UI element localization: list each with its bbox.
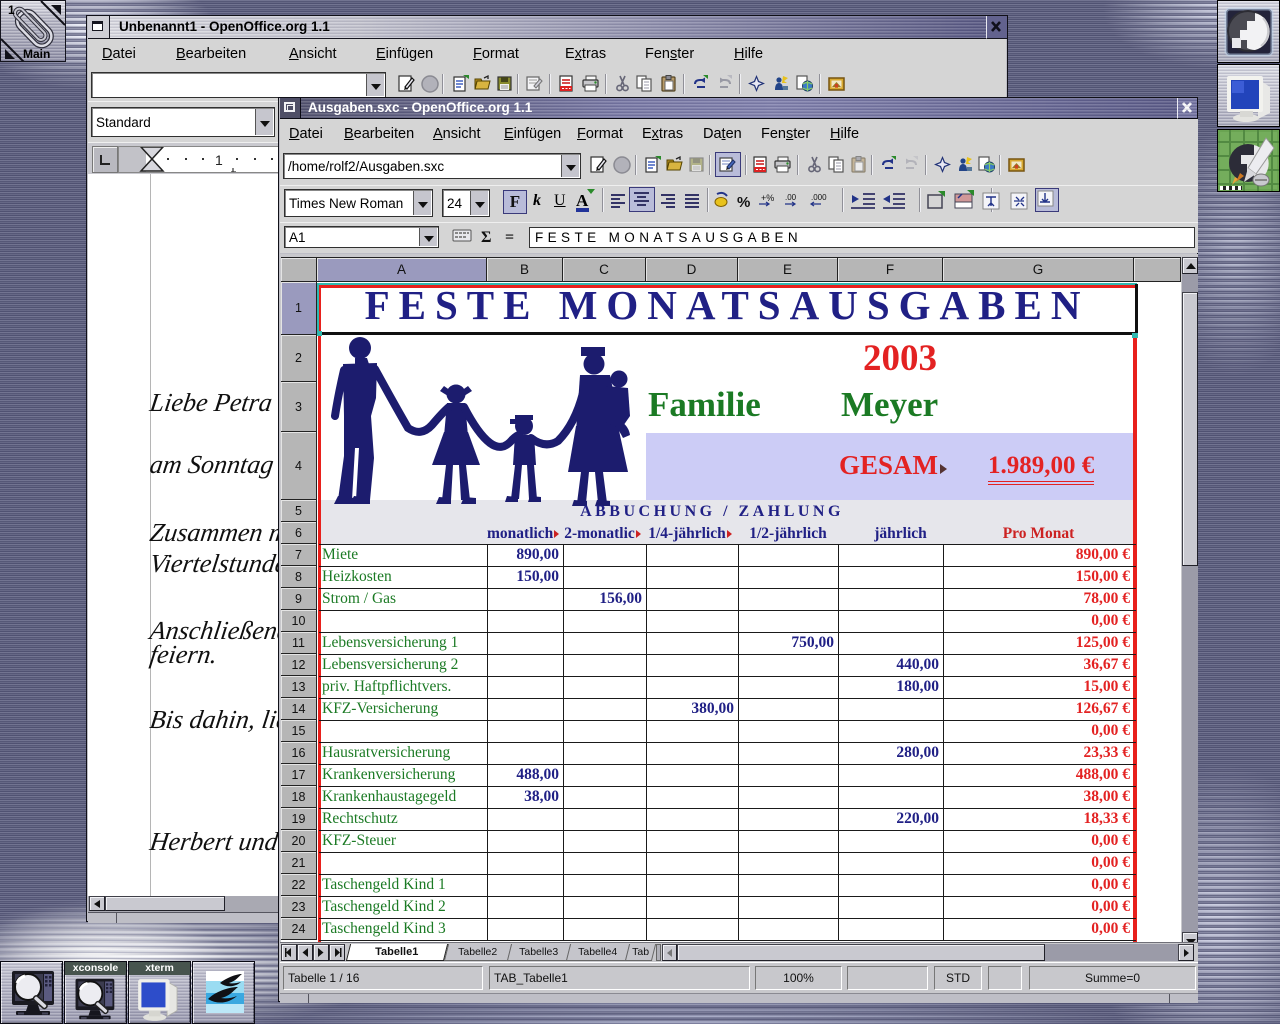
svg-text:%: % bbox=[737, 194, 750, 211]
svg-text:.00: .00 bbox=[785, 193, 797, 202]
svg-text:=: = bbox=[505, 229, 514, 246]
svg-text:+%: +% bbox=[761, 193, 774, 203]
svg-text:1: 1 bbox=[215, 152, 223, 168]
svg-text:Σ: Σ bbox=[481, 229, 491, 246]
svg-text:.000: .000 bbox=[811, 193, 827, 202]
